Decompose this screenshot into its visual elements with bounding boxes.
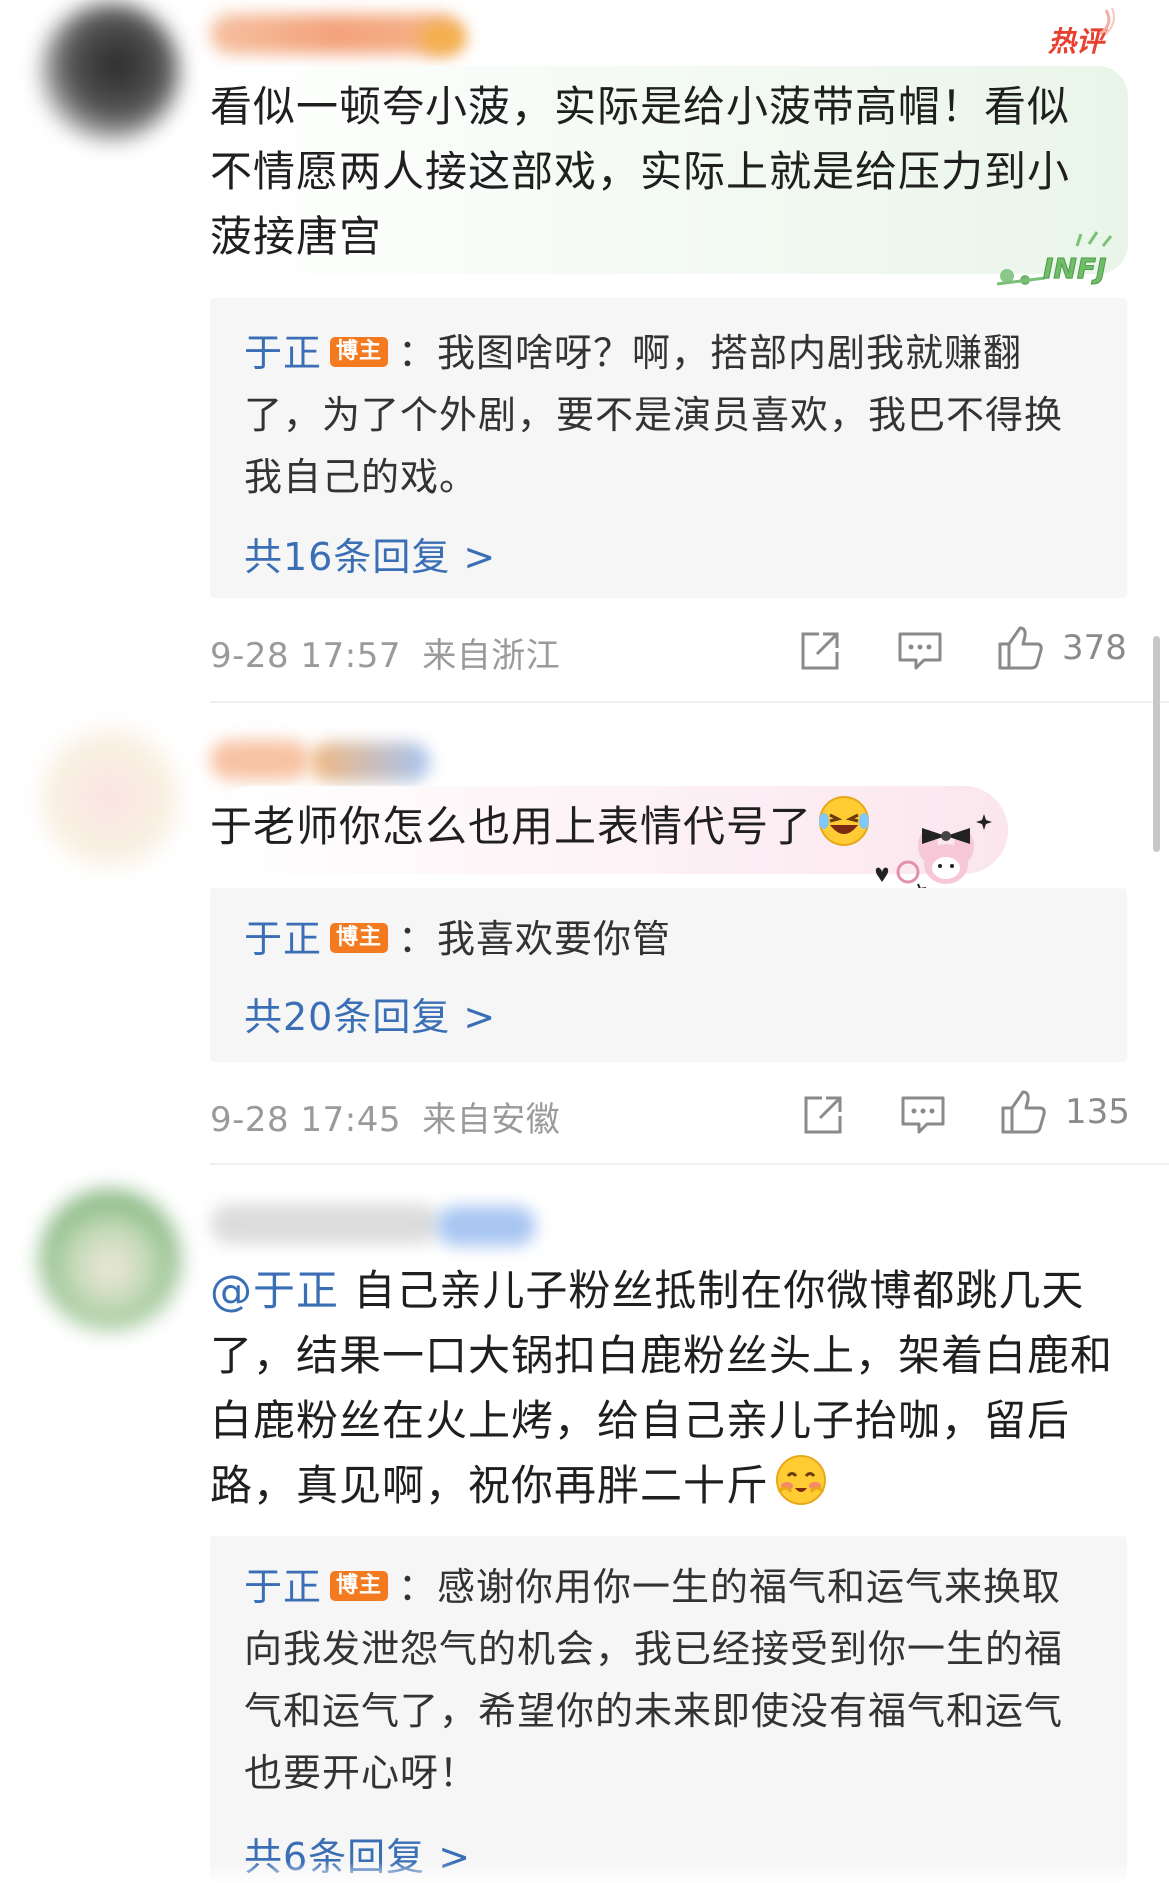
reply-content: 于正 博主 ：我喜欢要你管	[244, 908, 1087, 970]
like-count: 378	[1062, 628, 1127, 668]
avatar[interactable]	[40, 1190, 180, 1330]
comment-text-content: 自己亲儿子粉丝抵制在你微博都跳几天了，结果一口大锅扣白鹿粉丝头上，架着白鹿和白鹿…	[210, 1266, 1114, 1510]
sticker-text: INFJ	[1043, 252, 1106, 285]
user-badge-blurred	[420, 22, 466, 54]
comment-text: @于正 自己亲儿子粉丝抵制在你微博都跳几天了，结果一口大锅扣白鹿粉丝头上，架着白…	[210, 1258, 1135, 1524]
reply-author[interactable]: 于正	[244, 1565, 322, 1609]
comment-icon[interactable]	[899, 1092, 947, 1138]
share-icon[interactable]	[800, 1092, 846, 1138]
melody-sticker-icon	[875, 814, 992, 895]
comment-icon[interactable]	[896, 628, 944, 674]
mention-link[interactable]: @于正	[210, 1266, 339, 1315]
comment-text: 看似一顿夸小菠，实际是给小菠带高帽！看似不情愿两人接这部戏，实际上就是给压力到小…	[210, 82, 1071, 261]
comment-location: 来自安徽	[422, 1100, 561, 1140]
blogger-badge: 博主	[330, 1570, 389, 1601]
reply-content: 于正 博主 ：我图啥呀？啊，搭部内剧我就赚翻了，为了个外剧，要不是演员喜欢，我巴不得…	[244, 322, 1087, 508]
hot-wave-icon	[1099, 7, 1115, 36]
laughing-tears-emoji-icon	[818, 795, 870, 865]
like-icon[interactable]	[999, 1088, 1049, 1136]
reply-content: 于正 博主 ：感谢你用你一生的福气和运气来换取向我发泄怨气的机会，我已经接受到你一生…	[244, 1556, 1087, 1804]
user-badge-blurred	[310, 742, 430, 782]
more-replies-link[interactable]: 共20条回复 >	[244, 986, 496, 1041]
user-badge-blurred	[436, 1206, 536, 1246]
reply-author[interactable]: 于正	[244, 917, 322, 961]
infj-sticker-icon: INFJ	[996, 231, 1113, 286]
comment-time: 9-28 17:45	[210, 1100, 401, 1140]
comment-location: 来自浙江	[422, 636, 561, 676]
blogger-badge: 博主	[330, 336, 389, 367]
reply-text: ：我喜欢要你管	[398, 917, 672, 961]
blogger-badge: 博主	[330, 922, 389, 953]
divider	[210, 1163, 1169, 1165]
reply-box[interactable]: 于正 博主 ：感谢你用你一生的福气和运气来换取向我发泄怨气的机会，我已经接受到你一生…	[210, 1536, 1127, 1883]
reply-box[interactable]: 于正 博主 ：我喜欢要你管 共20条回复 >	[210, 888, 1127, 1062]
divider	[210, 701, 1169, 703]
comment-meta: 9-28 17:57 来自浙江	[210, 628, 560, 677]
more-replies-link[interactable]: 共16条回复 >	[244, 526, 496, 581]
share-icon[interactable]	[797, 628, 843, 674]
username-blurred[interactable]	[210, 1204, 440, 1244]
reply-box[interactable]: 于正 博主 ：我图啥呀？啊，搭部内剧我就赚翻了，为了个外剧，要不是演员喜欢，我巴不得…	[210, 298, 1127, 598]
comment-time: 9-28 17:57	[210, 636, 401, 676]
like-count: 135	[1065, 1092, 1130, 1132]
comment-meta: 9-28 17:45 来自安徽	[210, 1092, 560, 1141]
username-blurred[interactable]	[210, 740, 310, 780]
comment-text-content: 于老师你怎么也用上表情代号了	[210, 802, 813, 851]
avatar[interactable]	[40, 728, 180, 868]
avatar[interactable]	[40, 2, 180, 142]
blushing-emoji-icon	[775, 1454, 827, 1524]
bottom-fade	[0, 1862, 1169, 1883]
like-icon[interactable]	[996, 624, 1046, 672]
scrollbar-thumb[interactable]	[1153, 636, 1160, 852]
reply-author[interactable]: 于正	[244, 331, 322, 375]
